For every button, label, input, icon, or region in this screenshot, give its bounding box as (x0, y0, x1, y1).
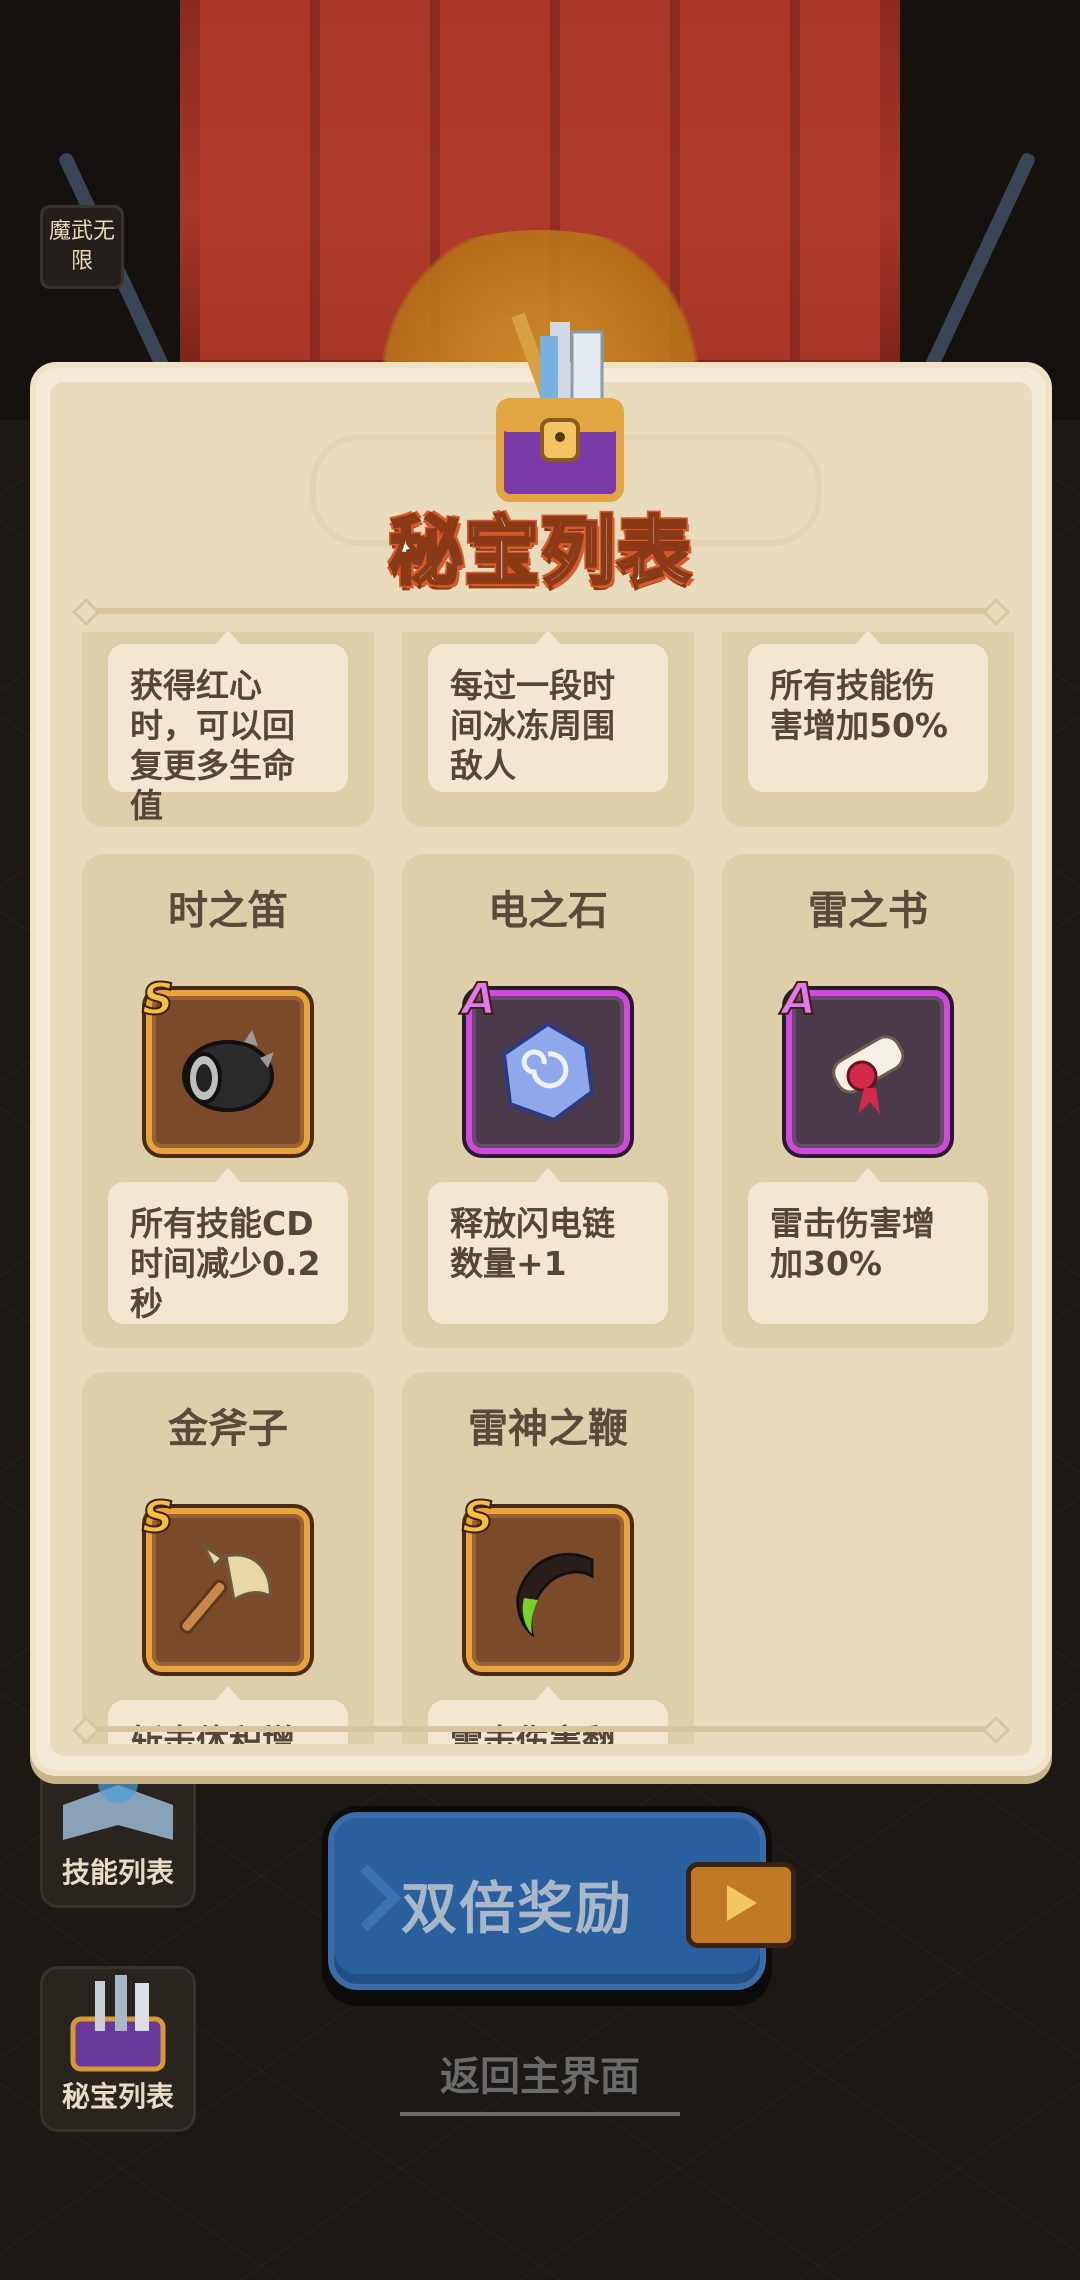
treasure-card[interactable]: 获得红心时，可以回复更多生命值 (82, 632, 374, 827)
horn-whip-icon (516, 1552, 594, 1638)
game-logo: 魔武无限 (40, 205, 124, 289)
treasure-name: 金斧子 (168, 1406, 288, 1452)
modal-body: 秘宝列表 获得红心时，可以回复更多生命值 每过一段时间冰冻周围敌人 所有技能伤害… (50, 312, 1032, 1756)
rank-badge: A (461, 973, 497, 1026)
modal-title: 秘宝列表 (388, 508, 693, 597)
treasure-card[interactable]: 时之笛 S 所有技能CD时间减少0.2秒 (82, 854, 374, 1348)
blue-rune-stone-icon (501, 1021, 595, 1123)
treasure-icon-frame: A (461, 973, 630, 1154)
treasure-description: 斩击体积增大 (108, 1686, 348, 1744)
treasure-name: 电之石 (488, 888, 608, 934)
top-divider (86, 608, 996, 614)
treasure-card[interactable]: 所有技能伤害增加50% (722, 632, 1014, 827)
treasure-name: 雷神之鞭 (468, 1406, 628, 1452)
rank-badge: S (141, 1491, 175, 1544)
treasure-icon-frame: A (781, 973, 950, 1154)
treasure-description: 获得红心时，可以回复更多生命值 (108, 632, 348, 825)
treasure-description: 雷击伤害增加30% (748, 1168, 988, 1324)
treasure-card[interactable]: 电之石 A 释放闪电链数量+1 (402, 854, 694, 1348)
treasure-name: 时之笛 (168, 888, 288, 934)
bottom-divider (86, 1726, 996, 1732)
treasures-list-button[interactable]: 秘宝列表 (40, 1966, 196, 2132)
treasure-icon-frame: S (141, 1491, 310, 1672)
video-ad-icon[interactable] (686, 1862, 796, 1948)
treasure-list-modal: 秘宝列表 获得红心时，可以回复更多生命值 每过一段时间冰冻周围敌人 所有技能伤害… (36, 312, 1046, 1770)
play-icon (727, 1885, 757, 1921)
treasure-icon-frame: S (141, 973, 310, 1154)
treasures-list-label: 秘宝列表 (61, 2080, 174, 2113)
treasure-list-scroll[interactable]: 获得红心时，可以回复更多生命值 每过一段时间冰冻周围敌人 所有技能伤害增加50%… (82, 632, 1028, 1744)
scroll-with-seal-icon (832, 1035, 905, 1114)
treasure-card[interactable]: 雷神之鞭 S 雷击伤害翻倍 (402, 1372, 694, 1744)
treasure-description: 所有技能伤害增加50% (748, 632, 988, 792)
back-to-main-button[interactable]: 返回主界面 (400, 2044, 680, 2116)
golden-axe-icon (179, 1541, 272, 1634)
black-cannon-flute-icon (182, 1030, 274, 1112)
treasure-name: 雷之书 (808, 888, 928, 934)
treasure-description: 释放闪电链数量+1 (428, 1168, 668, 1324)
treasure-card[interactable]: 金斧子 S 斩击体积增大 (82, 1372, 374, 1744)
rank-badge: S (141, 973, 175, 1026)
rank-badge: S (461, 1491, 495, 1544)
rank-badge: A (781, 973, 817, 1026)
treasure-chest-icon (496, 312, 624, 502)
double-reward-label: 双倍奖励 (401, 1877, 633, 1942)
skills-list-label: 技能列表 (61, 1856, 174, 1889)
treasure-description: 所有技能CD时间减少0.2秒 (108, 1168, 348, 1324)
treasure-description: 雷击伤害翻倍 (428, 1686, 668, 1744)
treasure-description: 每过一段时间冰冻周围敌人 (428, 632, 668, 792)
treasure-card[interactable]: 每过一段时间冰冻周围敌人 (402, 632, 694, 827)
treasure-icon-frame: S (461, 1491, 630, 1672)
treasure-card[interactable]: 雷之书 A 雷击伤害增加30% (722, 854, 1014, 1348)
treasure-chest-icon (70, 1975, 166, 2072)
